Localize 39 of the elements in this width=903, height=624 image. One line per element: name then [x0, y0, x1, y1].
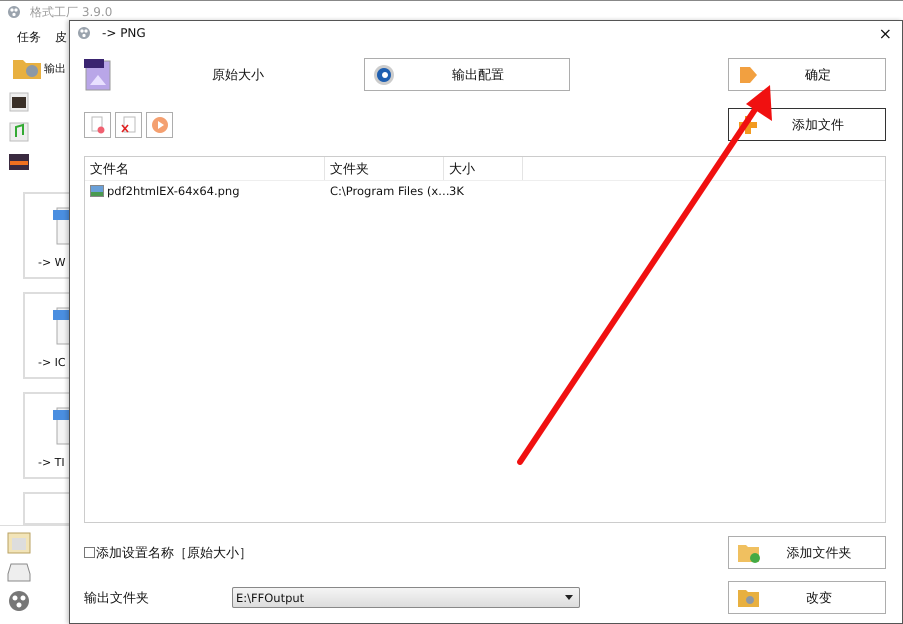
remove-file-button[interactable] — [84, 112, 111, 138]
menu-item[interactable]: 皮 — [55, 29, 67, 49]
menu-item[interactable]: 任务 — [17, 29, 41, 49]
ok-button[interactable]: 确定 — [728, 58, 886, 91]
film-reel-icon — [6, 5, 22, 19]
gear-icon — [373, 64, 395, 86]
dialog-title: -> PNG — [102, 26, 147, 40]
dropdown-arrow-icon — [565, 595, 573, 600]
column-header[interactable]: 文件名 — [85, 157, 325, 180]
play-button[interactable] — [146, 112, 173, 138]
table-cell: C:\Program Files (x… — [330, 184, 450, 198]
close-button[interactable]: × — [878, 24, 892, 42]
output-folder-label: 输出文件夹 — [84, 590, 150, 606]
table-cell: 3K — [449, 184, 464, 198]
add-folder-button[interactable]: 添加文件夹 — [728, 536, 886, 569]
file-minus-icon — [90, 116, 104, 134]
column-header[interactable]: 文件夹 — [325, 157, 444, 180]
play-icon — [150, 116, 168, 134]
add-file-button[interactable]: 添加文件 — [728, 108, 886, 141]
checkbox-label[interactable]: 添加设置名称［原始大小］ — [96, 544, 252, 562]
image-icon — [90, 185, 104, 197]
window-title: 格式工厂 3.9.0 — [30, 4, 112, 20]
image-file-icon — [84, 58, 112, 90]
toolbar-label[interactable]: 输出 — [44, 60, 66, 76]
clapperboard-icon[interactable] — [8, 91, 30, 113]
change-button[interactable]: 改变 — [728, 581, 886, 614]
output-settings-button[interactable]: 输出配置 — [364, 58, 570, 91]
drive-icon[interactable] — [7, 561, 31, 583]
preset-label: 原始大小 — [212, 66, 265, 84]
output-folder-dropdown[interactable]: E:\FFOutput — [232, 587, 580, 608]
clear-list-button[interactable] — [115, 112, 142, 138]
film-reel-icon[interactable] — [7, 590, 31, 612]
column-header[interactable]: 大小 — [444, 157, 523, 180]
checkbox[interactable] — [84, 547, 95, 558]
file-x-icon — [120, 116, 136, 134]
film-reel-icon — [76, 26, 92, 40]
table-cell: pdf2htmlEX-64x64.png — [107, 184, 240, 198]
document-icon[interactable] — [7, 532, 31, 554]
plus-icon — [737, 114, 759, 136]
